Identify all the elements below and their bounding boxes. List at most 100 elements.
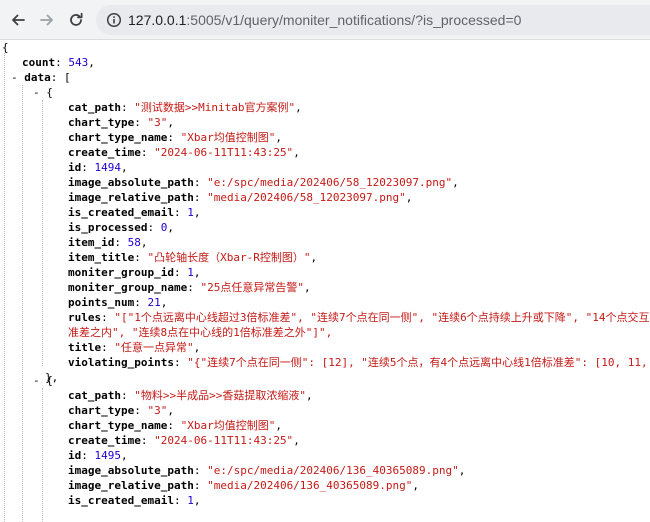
json-row-create-time: create_time: "2024-06-11T11:43:25", bbox=[68, 433, 300, 448]
json-row-id: id: 1494, bbox=[68, 160, 128, 175]
json-colon: : bbox=[173, 356, 181, 369]
json-comma: , bbox=[303, 281, 311, 294]
json-string: "Xbar均值控制图" bbox=[180, 131, 276, 144]
json-key: data bbox=[24, 71, 51, 84]
json-number: 1 bbox=[187, 206, 194, 219]
json-colon: : bbox=[167, 131, 174, 144]
json-key: create_time bbox=[68, 434, 141, 447]
json-string: "物料>>半成品>>香菇提取浓缩液" bbox=[134, 389, 306, 402]
collapse-toggle[interactable]: - bbox=[33, 374, 40, 387]
json-key: is_created_email bbox=[68, 206, 174, 219]
json-comma: , bbox=[160, 296, 168, 309]
json-row-create-time: create_time: "2024-06-11T11:43:25", bbox=[68, 145, 300, 160]
json-row-image-relative-path: image_relative_path: "media/202406/136_4… bbox=[68, 478, 419, 493]
json-item-open: - { bbox=[33, 85, 53, 100]
address-bar[interactable]: 127.0.0.1:5005/v1/query/moniter_notifica… bbox=[96, 5, 650, 35]
json-colon: : bbox=[140, 146, 148, 159]
json-row-chart-type-name: chart_type_name: "Xbar均值控制图", bbox=[68, 130, 282, 145]
collapse-toggle[interactable]: - bbox=[33, 86, 40, 99]
indent-guide bbox=[42, 388, 43, 522]
json-colon: : bbox=[134, 251, 141, 264]
back-button[interactable] bbox=[7, 9, 29, 31]
json-comma: , bbox=[310, 251, 318, 264]
json-row-violating-points: violating_points: "{"连续7个点在同一侧": [12], "… bbox=[68, 355, 650, 370]
forward-button[interactable] bbox=[36, 9, 58, 31]
json-number: 1 bbox=[187, 266, 194, 279]
json-colon: : bbox=[173, 266, 181, 279]
browser-toolbar: 127.0.0.1:5005/v1/query/moniter_notifica… bbox=[0, 0, 650, 40]
json-row-title: title: "任意一点异常", bbox=[68, 340, 200, 355]
json-string: "{"连续7个点在同一侧": [12], "连续5个点，有4个点远离中心线1倍标… bbox=[187, 356, 650, 369]
json-row-chart-type: chart_type: "3", bbox=[68, 403, 174, 418]
json-string: "测试数据>>Minitab官方案例" bbox=[134, 101, 296, 114]
json-comma: , bbox=[121, 449, 128, 462]
json-number: 58 bbox=[127, 236, 141, 249]
json-string: "2024-06-11T11:43:25" bbox=[154, 146, 294, 159]
indent-guide bbox=[4, 53, 5, 522]
json-viewer: { count: 543, - data: [ - { cat_path: "测… bbox=[0, 40, 650, 522]
json-colon: : bbox=[173, 206, 181, 219]
json-colon: : bbox=[134, 404, 141, 417]
json-number: 21 bbox=[147, 296, 161, 309]
json-colon: : bbox=[114, 236, 121, 249]
json-colon: : bbox=[193, 191, 201, 204]
json-key: id bbox=[68, 449, 82, 462]
json-row-data: - data: [ bbox=[11, 70, 71, 85]
json-colon: : bbox=[101, 311, 108, 324]
json-colon: : bbox=[120, 101, 128, 114]
json-comma: , bbox=[167, 404, 174, 417]
json-key: points_num bbox=[68, 296, 135, 309]
json-row-chart-type: chart_type: "3", bbox=[68, 115, 174, 130]
json-comma: , bbox=[193, 494, 201, 507]
indent-guide bbox=[42, 100, 43, 366]
arrow-right-icon bbox=[40, 14, 53, 26]
json-row-id: id: 1495, bbox=[68, 448, 128, 463]
json-comma: , bbox=[88, 56, 95, 69]
json-colon: : bbox=[140, 434, 148, 447]
reload-button[interactable] bbox=[65, 9, 87, 31]
json-row-points-num: points_num: 21, bbox=[68, 295, 167, 310]
json-colon: : bbox=[81, 161, 88, 174]
json-key: chart_type bbox=[68, 116, 135, 129]
json-colon: : bbox=[101, 341, 108, 354]
json-comma: , bbox=[293, 146, 300, 159]
json-string: "凸轮轴长度（Xbar-R控制图）" bbox=[147, 251, 311, 264]
json-comma: , bbox=[412, 479, 420, 492]
json-key: id bbox=[68, 161, 82, 174]
json-number: 543 bbox=[68, 56, 89, 69]
json-row-cat-path: cat_path: "物料>>半成品>>香菇提取浓缩液", bbox=[68, 388, 313, 403]
json-comma: , bbox=[121, 161, 128, 174]
json-key: chart_type_name bbox=[68, 419, 168, 432]
url-text[interactable]: 127.0.0.1:5005/v1/query/moniter_notifica… bbox=[128, 5, 521, 35]
json-key: cat_path bbox=[68, 389, 121, 402]
json-colon: : bbox=[147, 221, 155, 234]
json-number: 1494 bbox=[94, 161, 122, 174]
json-key: count bbox=[22, 56, 56, 69]
json-row-cat-path: cat_path: "测试数据>>Minitab官方案例", bbox=[68, 100, 302, 115]
json-string: "25点任意异常告警" bbox=[200, 281, 304, 294]
json-row-is-created-email: is_created_email: 1, bbox=[68, 493, 200, 508]
json-colon: : bbox=[55, 56, 62, 69]
json-key: moniter_group_name bbox=[68, 281, 188, 294]
json-row-image-absolute-path: image_absolute_path: "e:/spc/media/20240… bbox=[68, 463, 465, 478]
json-comma: , bbox=[140, 236, 148, 249]
json-rules-line: rules: "["1个点远离中心线超过3倍标准差", "连续7个点在同一侧",… bbox=[68, 310, 650, 325]
json-comma: , bbox=[167, 221, 174, 234]
site-info-button[interactable] bbox=[105, 11, 123, 29]
json-string: "media/202406/58_12023097.png" bbox=[207, 191, 406, 204]
json-comma: , bbox=[293, 434, 300, 447]
json-key: violating_points bbox=[68, 356, 174, 369]
json-comma: , bbox=[193, 206, 201, 219]
json-key: rules bbox=[68, 311, 102, 324]
json-open-brace: { bbox=[46, 374, 53, 387]
reload-icon bbox=[70, 12, 83, 26]
json-key: cat_path bbox=[68, 101, 121, 114]
json-key: image_relative_path bbox=[68, 479, 194, 492]
arrow-left-icon bbox=[12, 14, 25, 26]
indent-guide bbox=[22, 85, 23, 522]
json-row-item-title: item_title: "凸轮轴长度（Xbar-R控制图）", bbox=[68, 250, 317, 265]
json-key: image_absolute_path bbox=[68, 176, 194, 189]
json-comma: , bbox=[305, 389, 313, 402]
json-comma: , bbox=[458, 464, 466, 477]
collapse-toggle[interactable]: - bbox=[11, 71, 18, 84]
